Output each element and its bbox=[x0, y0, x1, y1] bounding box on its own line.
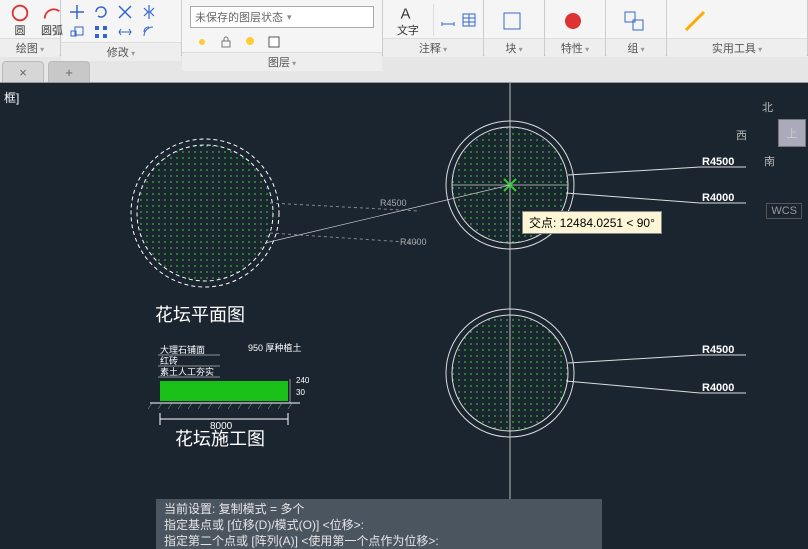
mirror-icon bbox=[141, 4, 157, 20]
dimension-icon bbox=[440, 12, 456, 28]
measure-icon bbox=[683, 9, 707, 33]
stretch-icon bbox=[117, 24, 133, 40]
layer-state-text: 未保存的图层状态 bbox=[195, 9, 283, 25]
viewcube-west[interactable]: 西 bbox=[736, 127, 747, 143]
caption-plan: 花坛平面图 bbox=[155, 305, 245, 325]
panel-util: 实用工具 bbox=[667, 0, 808, 55]
object-circle-bottom[interactable]: R4500 R4000 bbox=[446, 309, 746, 437]
wcs-label[interactable]: WCS bbox=[766, 203, 802, 219]
viewcube-north[interactable]: 北 bbox=[762, 99, 773, 115]
panel-layer-title[interactable]: 图层 bbox=[182, 52, 382, 71]
viewcube[interactable]: 北 西 上 南 bbox=[738, 101, 802, 165]
draw-arc-label: 圆弧 bbox=[41, 22, 63, 38]
ribbon: 圆 圆弧 绘图 修改 未保存的图层状态 bbox=[0, 0, 808, 56]
bulb-icon bbox=[242, 34, 258, 50]
chevron-down-icon: ▾ bbox=[287, 12, 292, 23]
panel-layer: 未保存的图层状态 ▾ 图层 bbox=[182, 0, 383, 55]
dimension-button[interactable] bbox=[439, 11, 458, 29]
panel-annot-title[interactable]: 注释 bbox=[383, 38, 483, 57]
modify-button-grid bbox=[65, 2, 161, 42]
table-button[interactable] bbox=[459, 11, 478, 29]
properties-icon bbox=[561, 9, 585, 33]
modify-mirror-button[interactable] bbox=[138, 3, 160, 21]
ghost-dim-r4000: R4000 bbox=[400, 237, 427, 247]
circle-icon bbox=[8, 2, 32, 24]
document-tab-new[interactable]: + bbox=[48, 61, 90, 82]
layer-freeze-button[interactable] bbox=[191, 33, 213, 51]
section-mat2: 红砖 bbox=[160, 355, 178, 366]
osnap-tooltip-text: 交点: 12484.0251 < 90° bbox=[529, 216, 655, 230]
cmd-line-2: 指定基点或 [位移(D)/模式(O)] <位移>: bbox=[164, 517, 594, 533]
dim-r4500-b: R4500 bbox=[702, 344, 734, 356]
section-mat1: 大理石铺面 bbox=[160, 344, 205, 355]
modify-stretch-button[interactable] bbox=[114, 23, 136, 41]
move-icon bbox=[69, 4, 85, 20]
offset-icon bbox=[141, 24, 157, 40]
modify-scale-button[interactable] bbox=[66, 23, 88, 41]
ghost-dim-r4500: R4500 bbox=[380, 198, 407, 208]
modify-rotate-button[interactable] bbox=[90, 3, 112, 21]
panel-draw-title[interactable]: 绘图 bbox=[0, 38, 60, 57]
panel-modify-title[interactable]: 修改 bbox=[61, 42, 181, 61]
draw-circle-button[interactable]: 圆 bbox=[8, 2, 32, 38]
modify-array-button[interactable] bbox=[90, 23, 112, 41]
section-mat3: 素土人工夯实 bbox=[160, 366, 214, 377]
panel-annot: A 文字 注释 bbox=[383, 0, 484, 55]
lock-icon bbox=[218, 34, 234, 50]
layer-lock-button[interactable] bbox=[215, 33, 237, 51]
properties-button[interactable] bbox=[553, 2, 593, 38]
viewcube-south[interactable]: 南 bbox=[764, 153, 775, 169]
section-soil-note: 950 厚种植土 bbox=[248, 342, 302, 353]
group-button[interactable] bbox=[614, 2, 654, 38]
command-window[interactable]: 当前设置: 复制模式 = 多个 指定基点或 [位移(D)/模式(O)] <位移>… bbox=[156, 499, 602, 549]
dim-r4500-a: R4500 bbox=[702, 156, 734, 168]
table-icon bbox=[461, 12, 477, 28]
document-tab-active[interactable]: × bbox=[2, 61, 44, 82]
drawing-canvas[interactable]: R4500 R4000 R4500 R4000 bbox=[0, 83, 808, 549]
modify-offset-button[interactable] bbox=[138, 23, 160, 41]
layer-off-button[interactable] bbox=[239, 33, 261, 51]
text-button[interactable]: A 文字 bbox=[391, 2, 425, 38]
panel-block: 块 bbox=[484, 0, 545, 55]
svg-text:A: A bbox=[401, 7, 411, 23]
block-icon bbox=[500, 9, 524, 33]
trim-icon bbox=[117, 4, 133, 20]
block-insert-button[interactable] bbox=[492, 2, 532, 38]
viewcube-top-face[interactable]: 上 bbox=[778, 119, 806, 147]
panel-group-title[interactable]: 组 bbox=[606, 38, 666, 57]
panel-prop-title[interactable]: 特性 bbox=[545, 38, 605, 57]
object-selected-circle[interactable]: R4500 R4000 bbox=[131, 139, 427, 287]
dim-30: 30 bbox=[296, 388, 305, 397]
sun-icon bbox=[194, 34, 210, 50]
layer-color-button[interactable] bbox=[263, 33, 285, 51]
dim-r4000-b: R4000 bbox=[702, 382, 734, 394]
panel-draw: 圆 圆弧 绘图 bbox=[0, 0, 61, 55]
object-section[interactable]: 大理石铺面 红砖 素土人工夯实 950 厚种植土 8000 240 30 bbox=[148, 342, 310, 432]
panel-modify: 修改 bbox=[61, 0, 182, 55]
measure-button[interactable] bbox=[675, 2, 715, 38]
panel-util-title[interactable]: 实用工具 bbox=[667, 38, 807, 57]
modify-move-button[interactable] bbox=[66, 3, 88, 21]
drawing-area[interactable]: 框] R4500 R4000 bbox=[0, 83, 808, 549]
modify-trim-button[interactable] bbox=[114, 3, 136, 21]
plus-icon: + bbox=[65, 65, 73, 80]
cmd-line-1: 当前设置: 复制模式 = 多个 bbox=[164, 501, 594, 517]
cmd-line-3: 指定第二个点或 [阵列(A)] <使用第一个点作为位移>: bbox=[164, 533, 594, 549]
panel-prop: 特性 bbox=[545, 0, 606, 55]
layer-state-combo[interactable]: 未保存的图层状态 ▾ bbox=[190, 6, 374, 28]
panel-block-title[interactable]: 块 bbox=[484, 38, 544, 57]
caption-section: 花坛施工图 bbox=[175, 429, 265, 449]
text-label: 文字 bbox=[397, 22, 419, 38]
text-icon: A bbox=[396, 2, 420, 24]
dim-240: 240 bbox=[296, 376, 310, 385]
draw-circle-label: 圆 bbox=[15, 22, 26, 38]
array-icon bbox=[93, 24, 109, 40]
rotate-icon bbox=[93, 4, 109, 20]
scale-icon bbox=[69, 24, 85, 40]
panel-group: 组 bbox=[606, 0, 667, 55]
square-icon bbox=[266, 34, 282, 50]
dim-r4000-a: R4000 bbox=[702, 192, 734, 204]
group-icon bbox=[622, 9, 646, 33]
osnap-tooltip: 交点: 12484.0251 < 90° bbox=[522, 211, 662, 234]
